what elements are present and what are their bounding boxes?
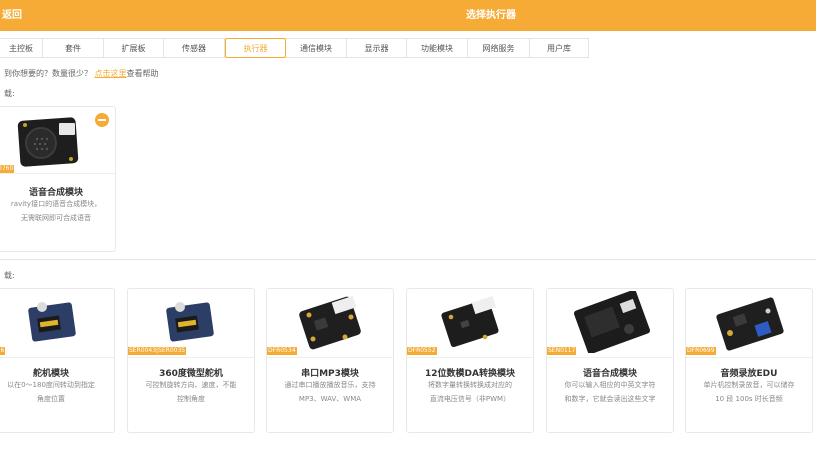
tab-network-services[interactable]: 网络服务 [468, 38, 530, 58]
module-desc: 可控制旋转方向、速度，不能 控制角度 [132, 378, 250, 406]
section-divider [0, 259, 816, 260]
module-desc-line2: MP3、WAV、WMA [298, 395, 362, 403]
loaded-section-label: 载: [4, 89, 15, 98]
card-divider [547, 357, 673, 358]
module-desc: ravity接口的语音合成模块， 无需联网即可合成语音 [1, 197, 111, 225]
module-desc-line1: 将数字量转换转换成对应的 [428, 381, 512, 389]
module-desc: 将数字量转换转换成对应的 直流电压信号（非PWM） [411, 378, 529, 406]
tab-main-board[interactable]: 主控板 [0, 38, 43, 58]
module-desc-line2: 10 段 100s 时长音频 [715, 395, 783, 403]
module-image [0, 289, 114, 357]
sku-badge: 0006 [0, 347, 6, 355]
module-desc-line2: 无需联网即可合成语音 [21, 214, 91, 222]
module-desc-line1: 通过串口播放播放音乐，支持 [284, 381, 376, 389]
module-desc: 单片机控制录放音，可以储存 10 段 100s 时长音频 [690, 378, 808, 406]
module-desc: 你可以输入相应的中英文字符 和数字，它就会读出这些文字 [551, 378, 669, 406]
header-bar: 返回 选择执行器 [0, 0, 816, 31]
module-card-servo[interactable]: 0006 舵机模块 以在0～180度间转动到指定 角度位置 [0, 288, 115, 433]
hint-suffix: 查看帮助 [126, 69, 159, 78]
minus-circle-icon[interactable] [95, 113, 109, 127]
module-card-speech-synthesis[interactable]: SEN0117 语音合成模块 你可以输入相应的中英文字符 和数字，它就会读出这些… [546, 288, 674, 433]
help-hint: 到你想要的？数量很少？ 点击这里查看帮助 [4, 68, 159, 79]
module-card-mp3[interactable]: DFR0534 串口MP3模块 通过串口播放播放音乐，支持 MP3、WAV、WM… [266, 288, 394, 433]
tab-communication[interactable]: 通信模块 [286, 38, 347, 58]
sku-badge: DFR0552 [407, 347, 437, 355]
card-divider [0, 357, 114, 358]
back-button[interactable]: 返回 [2, 0, 22, 31]
sku-badge: 0760 [0, 165, 15, 173]
sku-badge: SER0043|SER0035 [128, 347, 187, 355]
card-divider [407, 357, 533, 358]
module-card-audio-recorder[interactable]: DFR0699 音频录放EDU 单片机控制录放音，可以储存 10 段 100s … [685, 288, 813, 433]
sku-badge: DFR0699 [686, 347, 716, 355]
module-desc-line1: 单片机控制录放音，可以储存 [703, 381, 795, 389]
selected-module-card[interactable]: 0760 语音合成模块 ravity接口的语音合成模块， 无需联网即可合成语音 [0, 106, 116, 252]
module-desc-line2: 角度位置 [37, 395, 65, 403]
module-card-360-servo[interactable]: SER0043|SER0035 360度微型舵机 可控制旋转方向、速度，不能 控… [127, 288, 255, 433]
module-desc-line2: 和数字，它就会读出这些文字 [564, 395, 656, 403]
card-divider [128, 357, 254, 358]
module-desc-line2: 控制角度 [177, 395, 205, 403]
sku-badge: DFR0534 [267, 347, 297, 355]
tab-user-library[interactable]: 用户库 [530, 38, 589, 58]
module-card-da-converter[interactable]: DFR0552 12位数模DA转换模块 将数字量转换转换成对应的 直流电压信号（… [406, 288, 534, 433]
sku-badge: SEN0117 [547, 347, 577, 355]
module-desc-line1: 可控制旋转方向、速度，不能 [145, 381, 237, 389]
module-desc-line1: 你可以输入相应的中英文字符 [564, 381, 656, 389]
module-desc-line1: 以在0～180度间转动到指定 [7, 381, 95, 389]
tab-function-modules[interactable]: 功能模块 [407, 38, 468, 58]
module-desc-line1: ravity接口的语音合成模块， [10, 200, 102, 208]
tab-displays[interactable]: 显示器 [347, 38, 407, 58]
card-divider [0, 173, 115, 174]
module-desc: 通过串口播放播放音乐，支持 MP3、WAV、WMA [271, 378, 389, 406]
tab-expansion-boards[interactable]: 扩展板 [104, 38, 164, 58]
available-section-label: 载: [4, 271, 15, 280]
module-desc: 以在0～180度间转动到指定 角度位置 [0, 378, 110, 406]
help-link[interactable]: 点击这里 [95, 69, 127, 78]
category-tabs: 主控板 套件 扩展板 传感器 执行器 通信模块 显示器 功能模块 网络服务 用户… [0, 38, 589, 58]
module-desc-line2: 直流电压信号（非PWM） [429, 395, 511, 403]
page-title: 选择执行器 [466, 10, 516, 21]
tab-actuators[interactable]: 执行器 [225, 38, 286, 58]
tab-kits[interactable]: 套件 [43, 38, 104, 58]
hint-prefix: 到你想要的？数量很少？ [4, 69, 92, 78]
tab-sensors[interactable]: 传感器 [164, 38, 225, 58]
card-divider [686, 357, 812, 358]
card-divider [267, 357, 393, 358]
